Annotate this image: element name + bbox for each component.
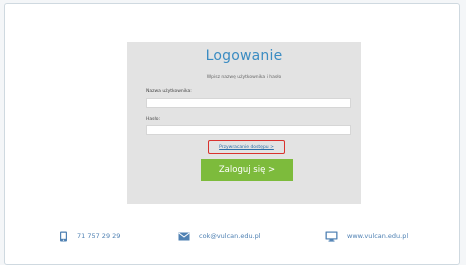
login-title: Logowanie <box>205 48 283 64</box>
monitor-icon <box>325 231 338 242</box>
footer-website: www.vulcan.edu.pl <box>325 226 408 246</box>
page-card: Logowanie Wpisz nazwę użytkownika i hasł… <box>4 3 460 265</box>
password-label: Hasło: <box>146 117 161 122</box>
login-button[interactable]: Zaloguj się > <box>201 159 293 181</box>
envelope-icon <box>178 232 190 240</box>
username-field[interactable] <box>146 98 351 108</box>
footer-email-text[interactable]: cok@vulcan.edu.pl <box>199 232 261 240</box>
recover-access-link[interactable]: Przywracanie dostępu > <box>208 140 285 154</box>
footer-email: cok@vulcan.edu.pl <box>178 226 261 246</box>
login-subtitle: Wpisz nazwę użytkownika i hasło <box>206 75 282 80</box>
password-field[interactable] <box>146 125 351 135</box>
footer-phone-text: 71 757 29 29 <box>77 232 121 240</box>
login-panel: Logowanie Wpisz nazwę użytkownika i hasł… <box>127 42 361 204</box>
footer-website-text[interactable]: www.vulcan.edu.pl <box>347 232 408 240</box>
username-label: Nazwa użytkownika: <box>146 89 192 94</box>
footer-phone: 71 757 29 29 <box>59 226 120 246</box>
phone-icon <box>60 231 67 241</box>
contact-footer: 71 757 29 29 cok@vulcan.edu.pl www.vulca… <box>5 226 466 246</box>
